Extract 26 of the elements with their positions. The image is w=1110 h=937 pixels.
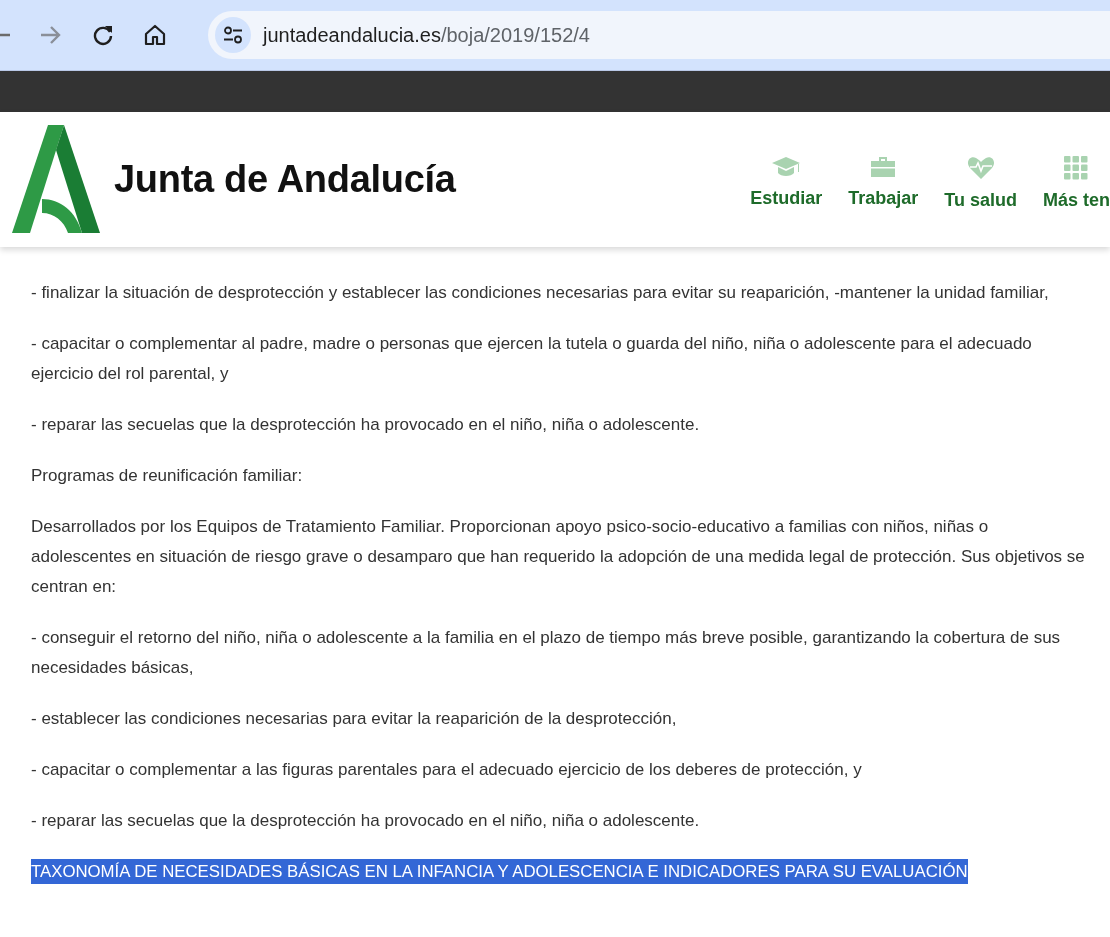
paragraph: Desarrollados por los Equipos de Tratamiento Familiar. Proporcionan apoyo psico-socio-educativo a familias con niños, niñas o adolescentes en situación de riesgo grave o desamparo que han requerido la adopción de una medida legal de protección. Sus objetivos se centran en: bbox=[31, 516, 1086, 598]
section-heading: TAXONOMÍA DE NECESIDADES BÁSICAS EN LA INFANCIA Y ADOLESCENCIA E INDICADORES PARA SU EVALUACIÓN bbox=[31, 859, 968, 884]
graduation-cap-icon bbox=[771, 156, 802, 178]
paragraph: - finalizar la situación de desprotección y establecer las condiciones necesarias para evitar su reaparición, -mantener la unidad familiar, bbox=[31, 282, 1050, 304]
reload-icon[interactable] bbox=[92, 24, 114, 46]
nav-link[interactable]: Más ten bbox=[1042, 156, 1110, 211]
paragraph: - capacitar o complementar al padre, madre o personas que ejercen la tutela o guarda del niño, niña o adolescente para el adecuado ejercicio del rol parental, y bbox=[31, 333, 1033, 385]
logo-text: Junta de Andalucía bbox=[114, 158, 456, 201]
sliders-icon bbox=[223, 26, 243, 44]
heart-icon bbox=[966, 156, 995, 180]
paragraph: - capacitar o complementar a las figuras parentales para el adecuado ejercicio de los deberes de protección, y bbox=[31, 759, 863, 781]
briefcase-icon bbox=[870, 156, 897, 178]
paragraph: - establecer las condiciones necesarias para evitar la reaparición de la desprotección, bbox=[31, 708, 678, 730]
site-settings-button[interactable] bbox=[215, 17, 251, 53]
home-icon[interactable] bbox=[144, 24, 166, 46]
address-bar[interactable]: juntadeandalucia.es/boja/2019/152/4 bbox=[208, 11, 1110, 59]
paragraph: - conseguir el retorno del niño, niña o adolescente a la familia en el plazo de tiempo más breve posible, garantizando la cobertura de sus necesidades básicas, bbox=[31, 627, 1062, 679]
nav-link[interactable]: Estudiar bbox=[750, 156, 823, 211]
logo-icon bbox=[12, 124, 100, 235]
nav-link[interactable]: Tu salud bbox=[944, 156, 1017, 211]
grid-icon bbox=[1064, 156, 1089, 180]
paragraph: - reparar las secuelas que la desprotección ha provocado en el niño, niña o adolescente. bbox=[31, 414, 701, 436]
url-text: juntadeandalucia.es/boja/2019/152/4 bbox=[263, 23, 590, 47]
nav-link[interactable]: Trabajar bbox=[848, 156, 919, 211]
paragraph: - reparar las secuelas que la desprotección ha provocado en el niño, niña o adolescente. bbox=[31, 810, 701, 832]
paragraph: Programas de reunificación familiar: bbox=[31, 465, 304, 487]
